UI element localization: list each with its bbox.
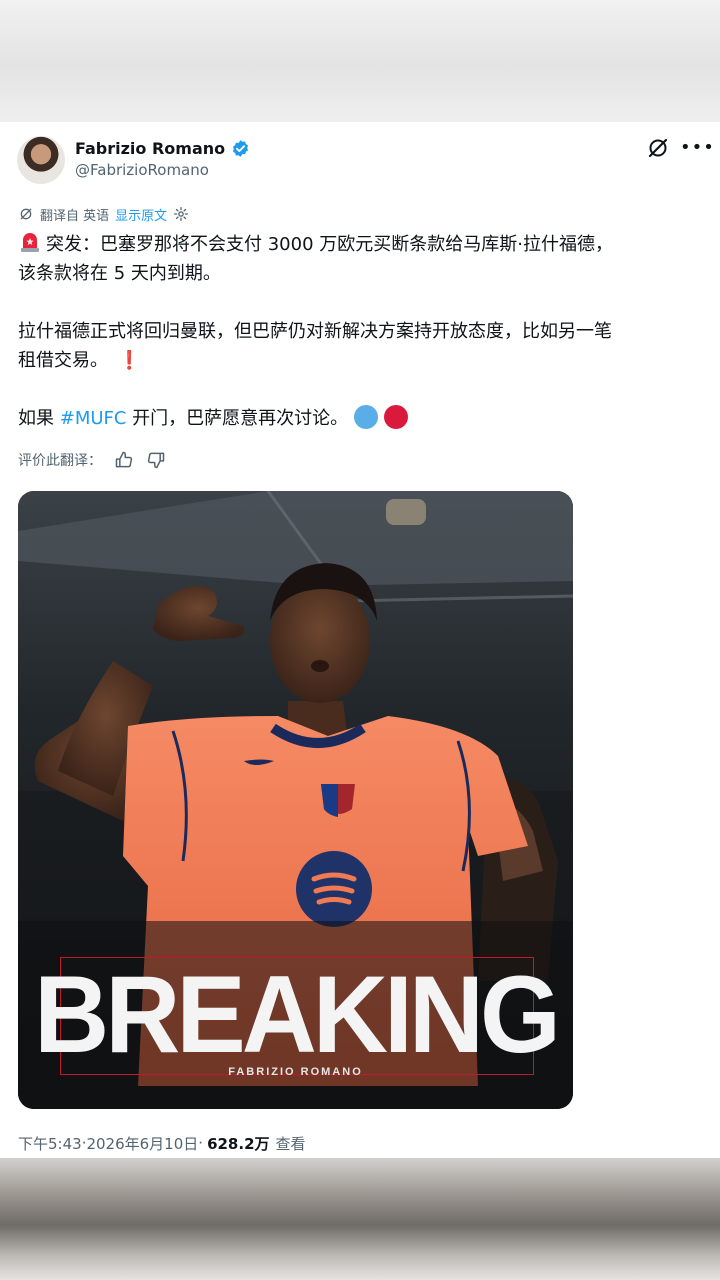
more-options-icon[interactable]: ••• [680, 136, 714, 160]
rate-translation-label: 评价此翻译： [18, 453, 102, 469]
author-name-row[interactable]: Fabrizio Romano [75, 136, 250, 160]
tweet-line-4-text: 租借交易。 [18, 350, 108, 371]
tweet-line-1-text: 突发：巴塞罗那将不会支付 3000 万欧元买断条款给马库斯·拉什福德， [46, 234, 613, 255]
tweet-line-4: 租借交易。 ❗ [18, 346, 708, 375]
tweet-card[interactable]: Fabrizio Romano @FabrizioRomano ••• 翻译自 … [0, 122, 720, 1158]
blue-circle-emoji-icon [353, 405, 378, 429]
rate-translation-row: 评价此翻译： [18, 448, 166, 472]
tweet-line-5: 如果 #MUFC 开门，巴萨愿意再次讨论。 [18, 404, 708, 433]
tweet-media-image[interactable]: BREAKING FABRIZIO ROMANO [18, 491, 573, 1109]
translated-from-label: 翻译自 英语 [40, 208, 110, 224]
red-circle-emoji-icon [383, 405, 408, 429]
show-original-link[interactable]: 显示原文 [115, 205, 167, 224]
tweet-date[interactable]: 2026年6月10日 [86, 1133, 198, 1154]
views-label: 查看 [275, 1134, 306, 1153]
avatar[interactable] [17, 136, 65, 184]
view-count: 628.2万 [207, 1134, 270, 1153]
tweet-text: 突发：巴塞罗那将不会支付 3000 万欧元买断条款给马库斯·拉什福德， 该条款将… [18, 230, 708, 433]
grok-icon[interactable] [646, 136, 670, 160]
media-headline: BREAKING [34, 954, 561, 1076]
author-name[interactable]: Fabrizio Romano [75, 139, 225, 158]
gear-icon[interactable] [173, 206, 189, 222]
translation-info-row: 翻译自 英语 显示原文 [18, 204, 189, 224]
tweet-line-5-suffix: 开门，巴萨愿意再次讨论。 [126, 408, 349, 429]
thumbs-down-icon[interactable] [146, 450, 166, 470]
tweet-line-2: 该条款将在 5 天内到期。 [18, 263, 221, 284]
tweet-time[interactable]: 下午5:43 [18, 1133, 82, 1154]
grok-small-icon [18, 206, 34, 222]
meta-separator-2: · [198, 1134, 204, 1152]
media-byline: FABRIZIO ROMANO [228, 1066, 363, 1078]
tweet-line-5-prefix: 如果 [18, 408, 60, 429]
tweet-line-3: 拉什福德正式将回归曼联，但巴萨仍对新解决方案持开放态度，比如另一笔 [18, 321, 612, 342]
blurred-background-bottom [0, 1158, 720, 1280]
tweet-meta-row: 下午5:43 · 2026年6月10日 · 628.2万 查看 [18, 1132, 306, 1154]
verified-badge-icon [231, 139, 250, 158]
siren-emoji-icon [18, 230, 42, 254]
blurred-background-top [0, 0, 720, 122]
exclamation-emoji-icon: ❗ [118, 350, 141, 371]
tweet-line-1: 突发：巴塞罗那将不会支付 3000 万欧元买断条款给马库斯·拉什福德， [18, 230, 708, 259]
hashtag-link[interactable]: #MUFC [60, 408, 127, 429]
author-handle[interactable]: @FabrizioRomano [75, 161, 209, 179]
thumbs-up-icon[interactable] [114, 450, 134, 470]
